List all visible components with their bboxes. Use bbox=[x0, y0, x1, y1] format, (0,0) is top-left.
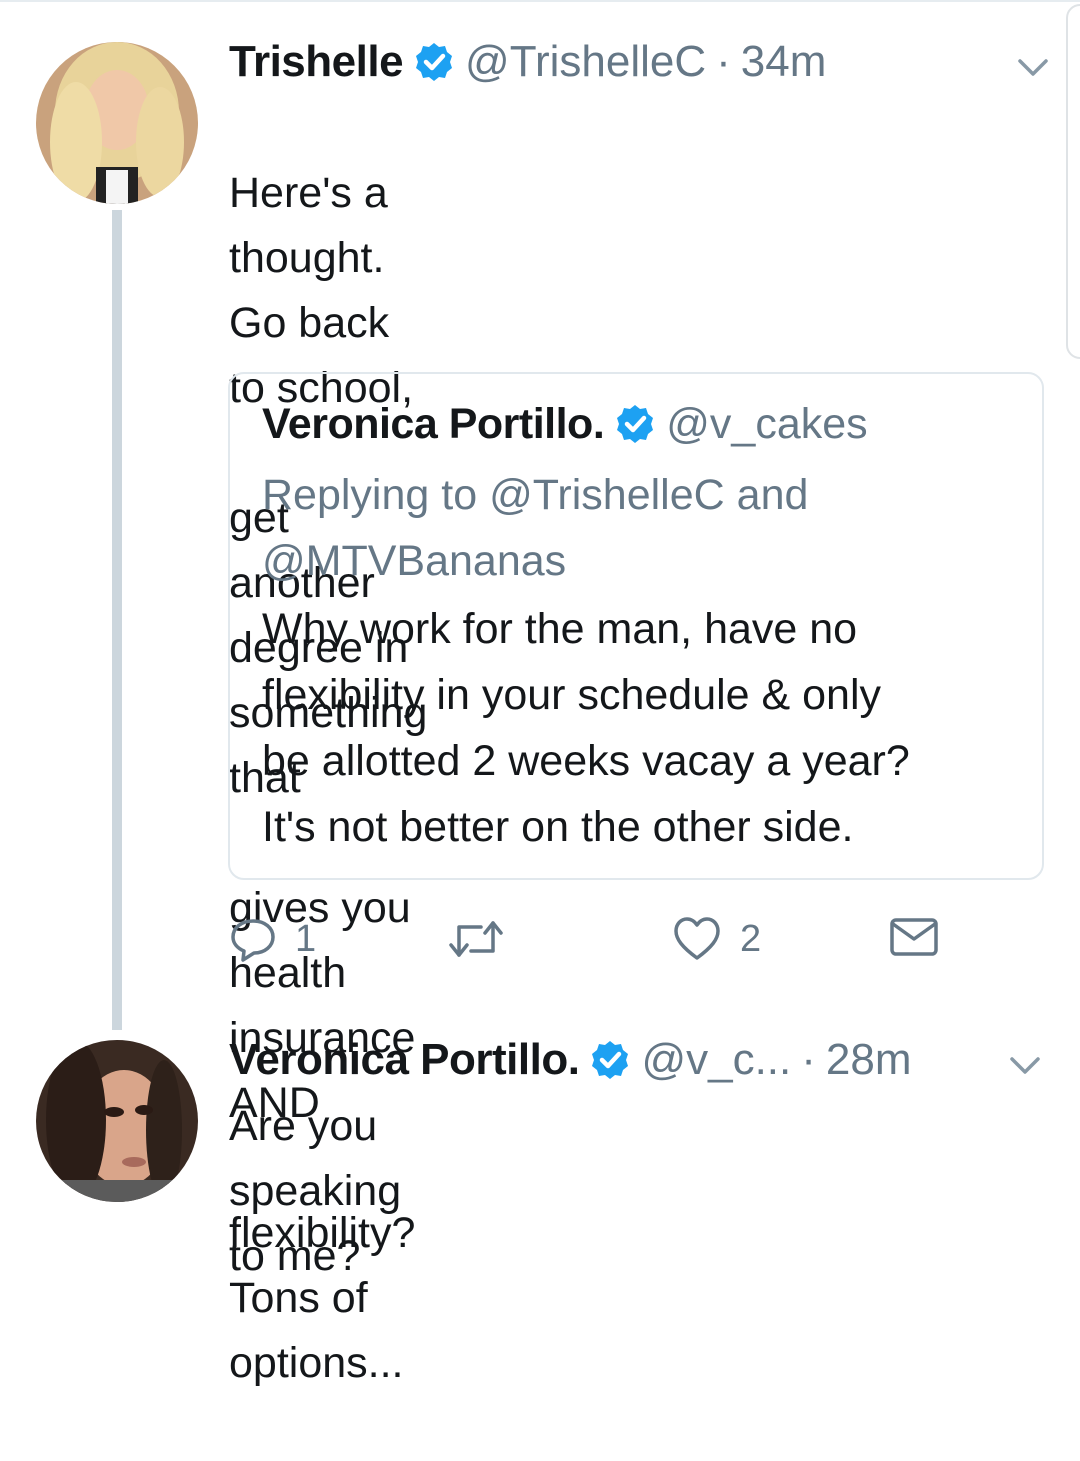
timestamp[interactable]: 34m bbox=[741, 37, 827, 87]
reply-icon bbox=[231, 919, 275, 962]
separator-dot: · bbox=[716, 37, 731, 86]
reply-button[interactable]: 1 bbox=[229, 915, 316, 963]
chevron-down-icon[interactable] bbox=[1008, 1054, 1042, 1078]
quoted-tweet-text: Why work for the man, have no flexibilit… bbox=[262, 596, 910, 860]
replying-mention[interactable]: @MTVBananas bbox=[262, 537, 566, 585]
author-handle[interactable]: @TrishelleC bbox=[465, 37, 706, 87]
tweet-header: Veronica Portillo. @v_c... · 28m bbox=[229, 1030, 912, 1090]
retweet-icon bbox=[449, 921, 503, 957]
quoted-author-handle: @v_cakes bbox=[666, 399, 868, 448]
replying-mention[interactable]: @TrishelleC bbox=[489, 471, 725, 519]
tweet-action-bar: 1 2 bbox=[229, 915, 949, 975]
quoted-text-line: It's not better on the other side. bbox=[262, 803, 854, 851]
separator-dot: · bbox=[801, 1035, 816, 1084]
direct-message-button[interactable] bbox=[889, 915, 939, 959]
replying-to-line: Replying to @TrishelleC and bbox=[262, 462, 808, 528]
thread-connector-line bbox=[112, 210, 122, 1030]
quoted-author-name: Veronica Portillo. bbox=[262, 399, 605, 448]
scrollbar[interactable] bbox=[1066, 4, 1080, 359]
quoted-tweet-card[interactable]: Veronica Portillo. @v_cakes Replying to … bbox=[228, 372, 1044, 880]
avatar-trishelle[interactable] bbox=[36, 42, 198, 204]
chevron-down-icon[interactable] bbox=[1016, 56, 1050, 80]
replying-and: and bbox=[736, 471, 809, 519]
avatar-veronica[interactable] bbox=[36, 1040, 198, 1202]
author-handle[interactable]: @v_c... bbox=[641, 1035, 791, 1085]
quoted-tweet-header: Veronica Portillo. @v_cakes bbox=[262, 394, 868, 454]
like-button[interactable]: 2 bbox=[672, 915, 761, 963]
replying-to-line-2: @MTVBananas bbox=[262, 528, 566, 594]
like-count: 2 bbox=[740, 917, 762, 960]
tweet-header: Trishelle @TrishelleC · 34m bbox=[229, 32, 826, 92]
timestamp[interactable]: 28m bbox=[826, 1035, 912, 1085]
verified-badge-icon bbox=[614, 403, 656, 445]
reply-count: 1 bbox=[295, 917, 317, 960]
retweet-button[interactable] bbox=[447, 915, 523, 963]
verified-badge-icon bbox=[413, 41, 455, 83]
direct-message-icon bbox=[890, 918, 938, 956]
author-name[interactable]: Trishelle bbox=[229, 37, 404, 87]
like-icon bbox=[674, 917, 720, 960]
quoted-text-line: flexibility in your schedule & only bbox=[262, 671, 882, 719]
top-divider bbox=[0, 0, 1080, 2]
verified-badge-icon bbox=[589, 1039, 631, 1081]
author-name[interactable]: Veronica Portillo. bbox=[229, 1035, 580, 1085]
replying-prefix: Replying to bbox=[262, 471, 478, 519]
quoted-text-line: be allotted 2 weeks vacay a year? bbox=[262, 737, 910, 785]
tweet-text: Are you speaking to me? bbox=[229, 1102, 402, 1280]
quoted-text-line: Why work for the man, have no bbox=[262, 605, 858, 653]
